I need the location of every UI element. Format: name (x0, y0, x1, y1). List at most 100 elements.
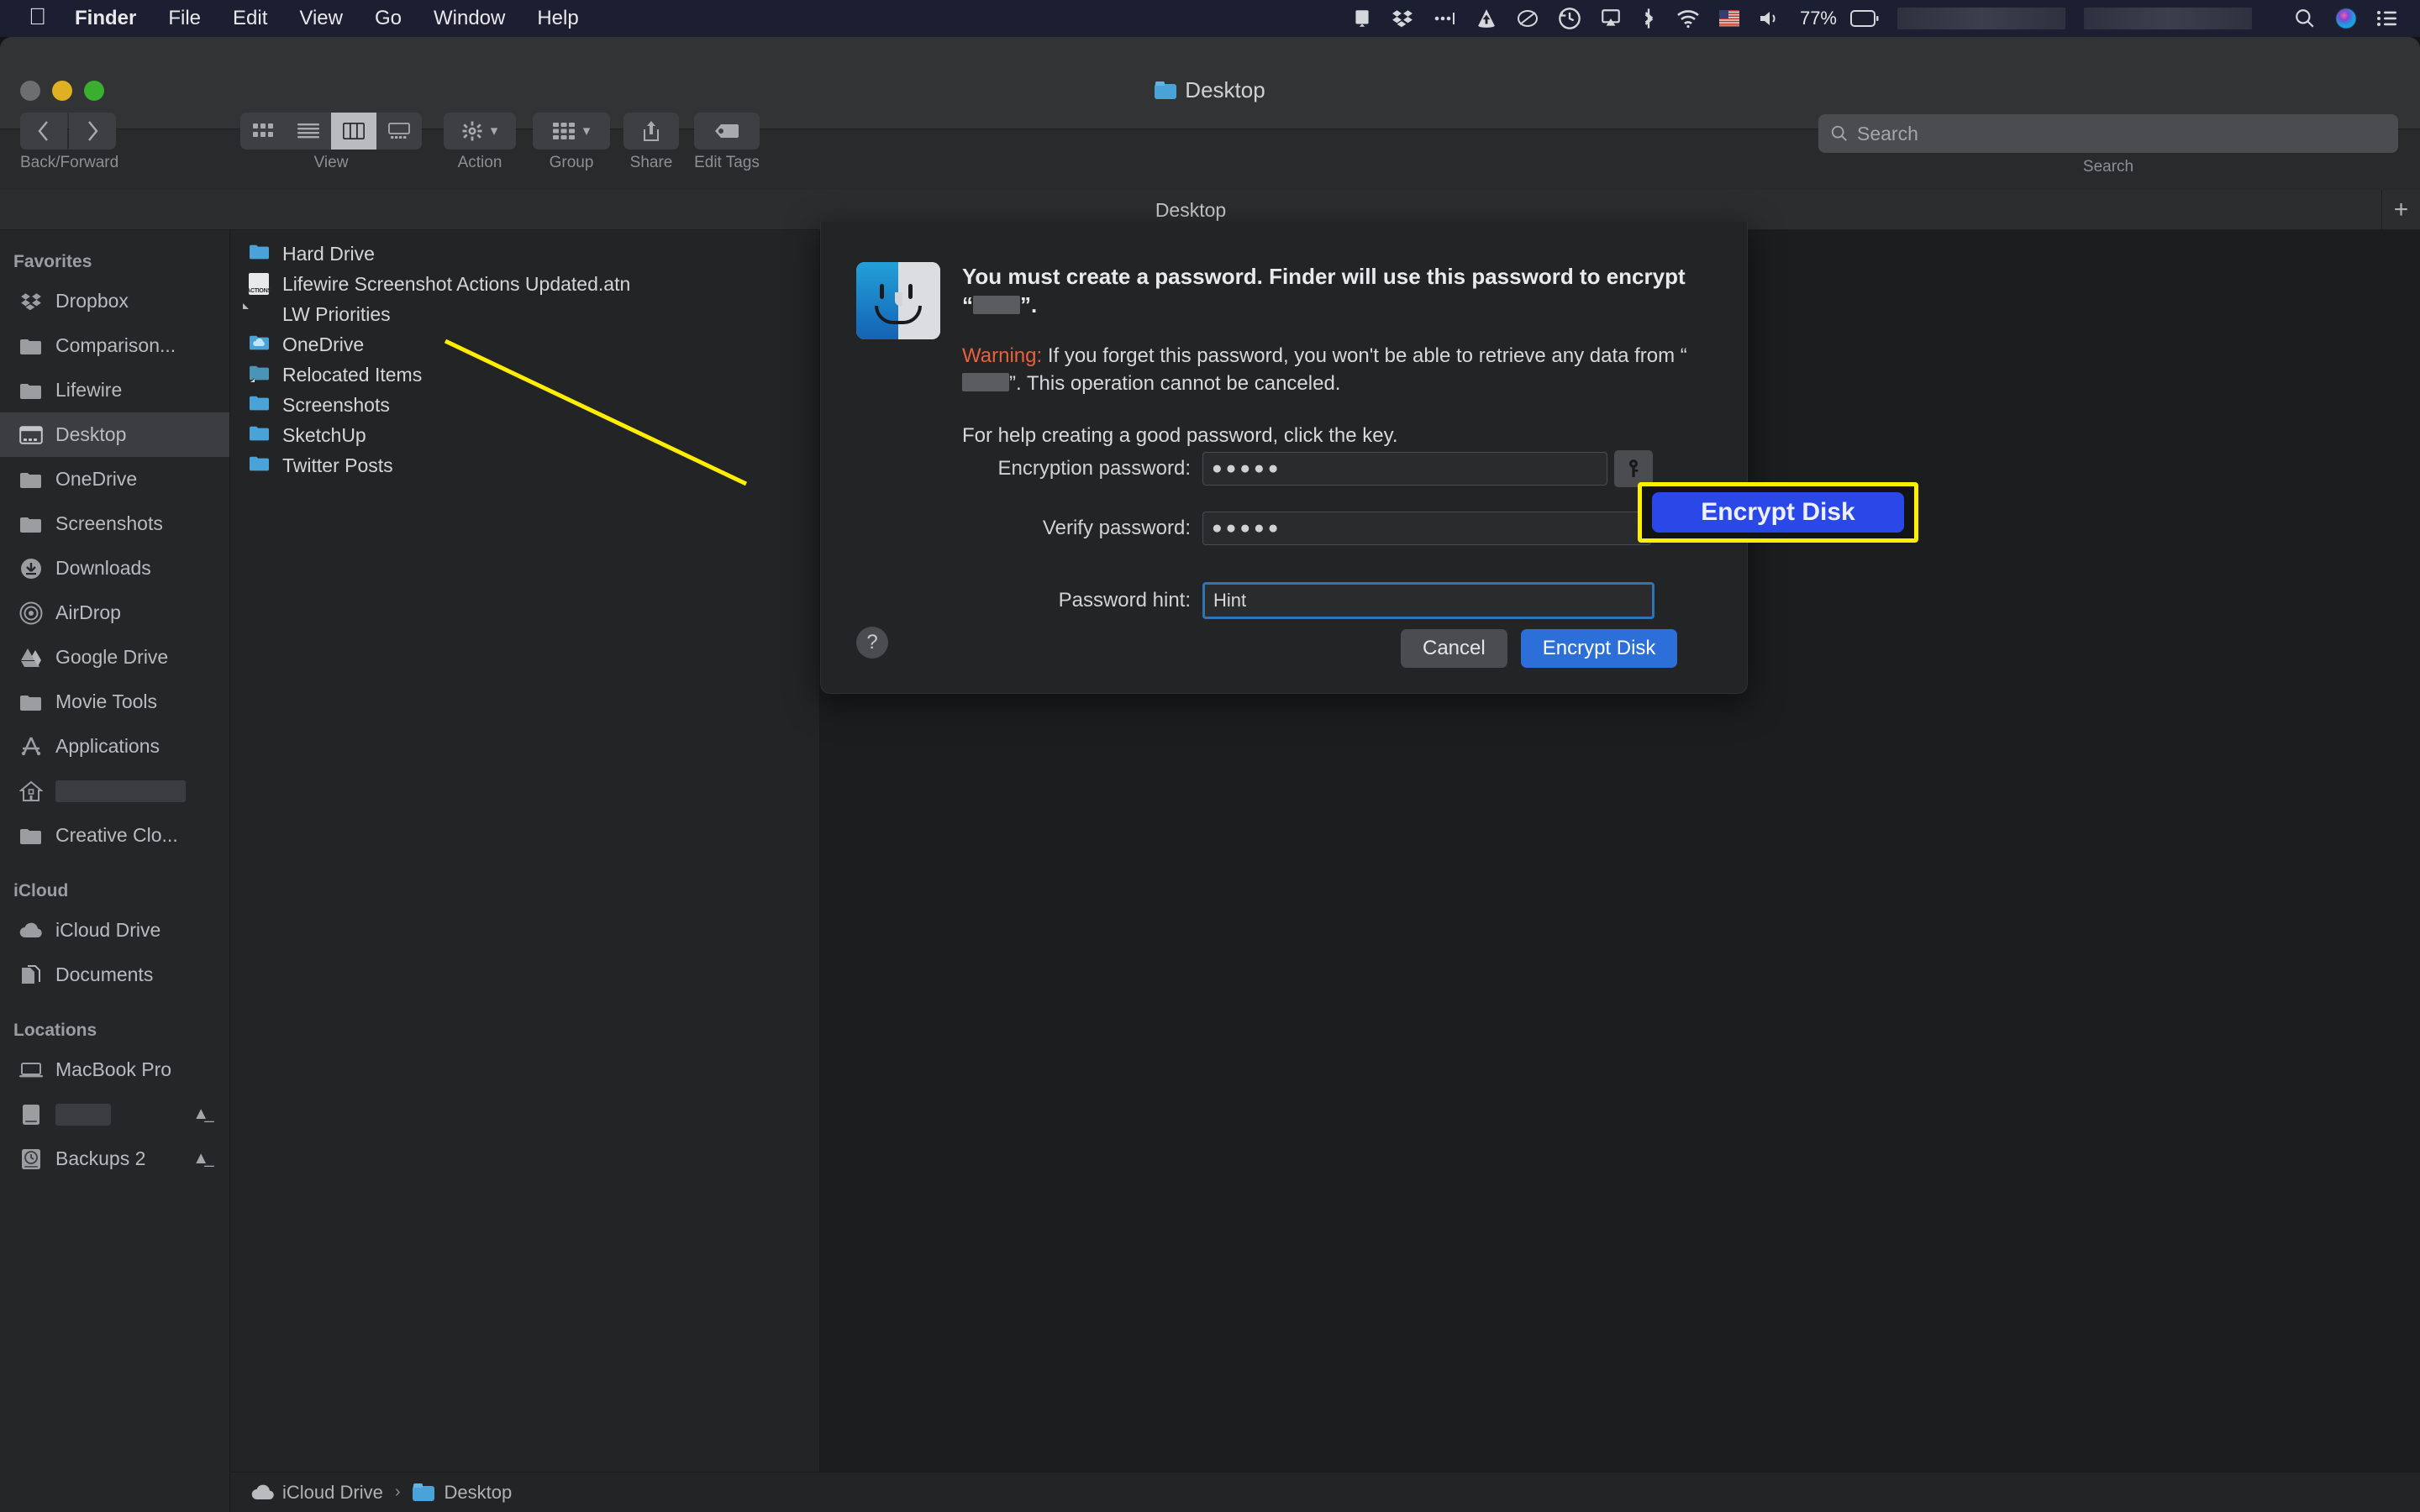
cloud-upload-icon[interactable] (1476, 8, 1497, 29)
keyboard-flag-icon[interactable] (1718, 10, 1739, 27)
screen-mirroring-icon[interactable] (1351, 8, 1373, 29)
menu-item-window[interactable]: Window (434, 7, 505, 30)
breadcrumb-desktop[interactable]: Desktop (445, 1482, 513, 1504)
menu-item-view[interactable]: View (299, 7, 343, 30)
cancel-button[interactable]: Cancel (1401, 629, 1507, 668)
window-titlebar: Desktop Back/Forward View ▾ Action ▾ Gro… (0, 37, 2420, 176)
folder-icon (18, 378, 44, 403)
sidebar-item-label: Dropbox (55, 290, 129, 312)
new-tab-button[interactable]: + (2381, 190, 2420, 230)
password-hint-input[interactable]: Hint (1202, 582, 1655, 619)
folder-icon (249, 424, 271, 446)
sidebar-item-applications[interactable]: Applications (0, 724, 229, 769)
dialog-text-block: You must create a password. Finder will … (962, 262, 1698, 448)
apple-logo-icon[interactable]:  (29, 5, 46, 29)
sidebar-item-google-drive[interactable]: Google Drive (0, 635, 229, 680)
menu-item-go[interactable]: Go (375, 7, 402, 30)
edit-tags-button[interactable] (694, 113, 760, 150)
help-button[interactable]: ? (856, 627, 888, 659)
warning-label: Warning: (962, 344, 1043, 367)
folder-icon (1155, 81, 1177, 99)
group-button[interactable]: ▾ (533, 113, 610, 150)
gallery-view-button[interactable] (376, 113, 422, 150)
dialog-heading: You must create a password. Finder will … (962, 264, 1686, 318)
list-item[interactable]: LW Priorities (230, 299, 819, 329)
share-button[interactable] (623, 113, 679, 150)
eject-icon[interactable]: ▲̲ (192, 1149, 209, 1168)
forward-button[interactable] (69, 113, 116, 150)
control-center-icon[interactable] (2376, 8, 2398, 29)
bluetooth-icon[interactable] (1640, 7, 1657, 30)
folder-icon (18, 333, 44, 359)
sidebar-item-home-redacted[interactable] (0, 769, 229, 813)
encryption-password-input[interactable]: ●●●●● (1202, 452, 1607, 486)
password-hint-row: Password hint: Hint (898, 582, 1680, 619)
view-mode-group: View (240, 113, 422, 172)
menu-bar:  Finder File Edit View Go Window Help (0, 0, 2420, 37)
cloud-icon (18, 918, 44, 943)
encrypt-disk-button[interactable]: Encrypt Disk (1520, 629, 1678, 668)
time-machine-icon[interactable] (1558, 7, 1581, 30)
documents-icon (18, 963, 44, 988)
spotlight-search-icon[interactable] (2294, 8, 2316, 29)
sidebar-item-creative-cloud[interactable]: Creative Clo... (0, 813, 229, 858)
dialog-button-row: Cancel Encrypt Disk (1401, 629, 1678, 668)
volume-icon[interactable] (1758, 8, 1781, 29)
sidebar-item-label: iCloud Drive (55, 919, 161, 941)
breadcrumb-icloud-drive[interactable]: iCloud Drive (282, 1482, 383, 1504)
cloud-icon (250, 1484, 274, 1501)
sidebar-header-locations: Locations (13, 1021, 97, 1040)
sidebar-item-desktop[interactable]: Desktop (0, 412, 229, 457)
finder-face-icon (856, 262, 940, 339)
column-view-button[interactable] (331, 113, 376, 150)
search-input[interactable]: Search (1818, 114, 2398, 153)
back-button[interactable] (20, 113, 67, 150)
menu-item-edit[interactable]: Edit (233, 7, 267, 30)
battery-icon[interactable] (1850, 9, 1879, 28)
sidebar-item-label: Google Drive (55, 646, 169, 668)
finder-window: Desktop Back/Forward View ▾ Action ▾ Gro… (0, 37, 2420, 1512)
sidebar: Favorites Dropbox Comparison... Lifewire… (0, 230, 230, 1512)
list-item-label: OneDrive (282, 333, 365, 355)
sidebar-item-movie-tools[interactable]: Movie Tools (0, 680, 229, 724)
sidebar-item-backups-2[interactable]: Backups 2 ▲̲ (0, 1137, 229, 1181)
sidebar-item-label: Lifewire (55, 379, 123, 401)
sidebar-item-label: Comparison... (55, 334, 176, 356)
sidebar-item-icloud-drive[interactable]: iCloud Drive (0, 908, 229, 953)
action-button[interactable]: ▾ (444, 113, 516, 150)
menu-item-help[interactable]: Help (537, 7, 578, 30)
sidebar-item-onedrive[interactable]: OneDrive (0, 457, 229, 501)
list-view-button[interactable] (286, 113, 331, 150)
ellipsis-icon[interactable] (1432, 8, 1457, 29)
sidebar-item-external-drive-redacted[interactable]: ▲̲ (0, 1092, 229, 1137)
onedrive-folder-icon (249, 333, 271, 355)
menu-item-finder[interactable]: Finder (75, 7, 136, 30)
verify-password-input[interactable]: ●●●●● (1202, 512, 1651, 545)
eject-icon[interactable]: ▲̲ (192, 1105, 209, 1124)
sidebar-item-macbook-pro[interactable]: MacBook Pro (0, 1047, 229, 1092)
callout-encrypt-disk-button[interactable]: Encrypt Disk (1652, 492, 1904, 533)
list-item[interactable]: ACTIONS Lifewire Screenshot Actions Upda… (230, 269, 819, 299)
airplay-icon[interactable] (1600, 8, 1622, 29)
sidebar-item-label: Backups 2 (55, 1147, 146, 1169)
verify-password-label: Verify password: (1042, 517, 1191, 539)
password-hint-value: Hint (1213, 590, 1247, 611)
wifi-icon[interactable] (1676, 8, 1701, 29)
menu-item-file[interactable]: File (168, 7, 201, 30)
tab-desktop-label: Desktop (1155, 198, 1227, 221)
sidebar-item-documents[interactable]: Documents (0, 953, 229, 997)
dropbox-icon[interactable] (1392, 8, 1413, 29)
list-item[interactable]: Hard Drive (230, 239, 819, 269)
list-item-label: Twitter Posts (282, 454, 393, 476)
content-area: You must create a password. Finder will … (444, 222, 2420, 1512)
sidebar-item-downloads[interactable]: Downloads (0, 546, 229, 591)
siri-icon[interactable] (2334, 7, 2358, 30)
folder-icon (249, 243, 271, 265)
sidebar-item-dropbox[interactable]: Dropbox (0, 279, 229, 323)
sidebar-item-airdrop[interactable]: AirDrop (0, 591, 229, 635)
link-icon[interactable] (1516, 8, 1539, 29)
sidebar-item-lifewire[interactable]: Lifewire (0, 368, 229, 412)
sidebar-item-screenshots[interactable]: Screenshots (0, 501, 229, 546)
sidebar-item-comparison[interactable]: Comparison... (0, 323, 229, 368)
icon-view-button[interactable] (240, 113, 286, 150)
